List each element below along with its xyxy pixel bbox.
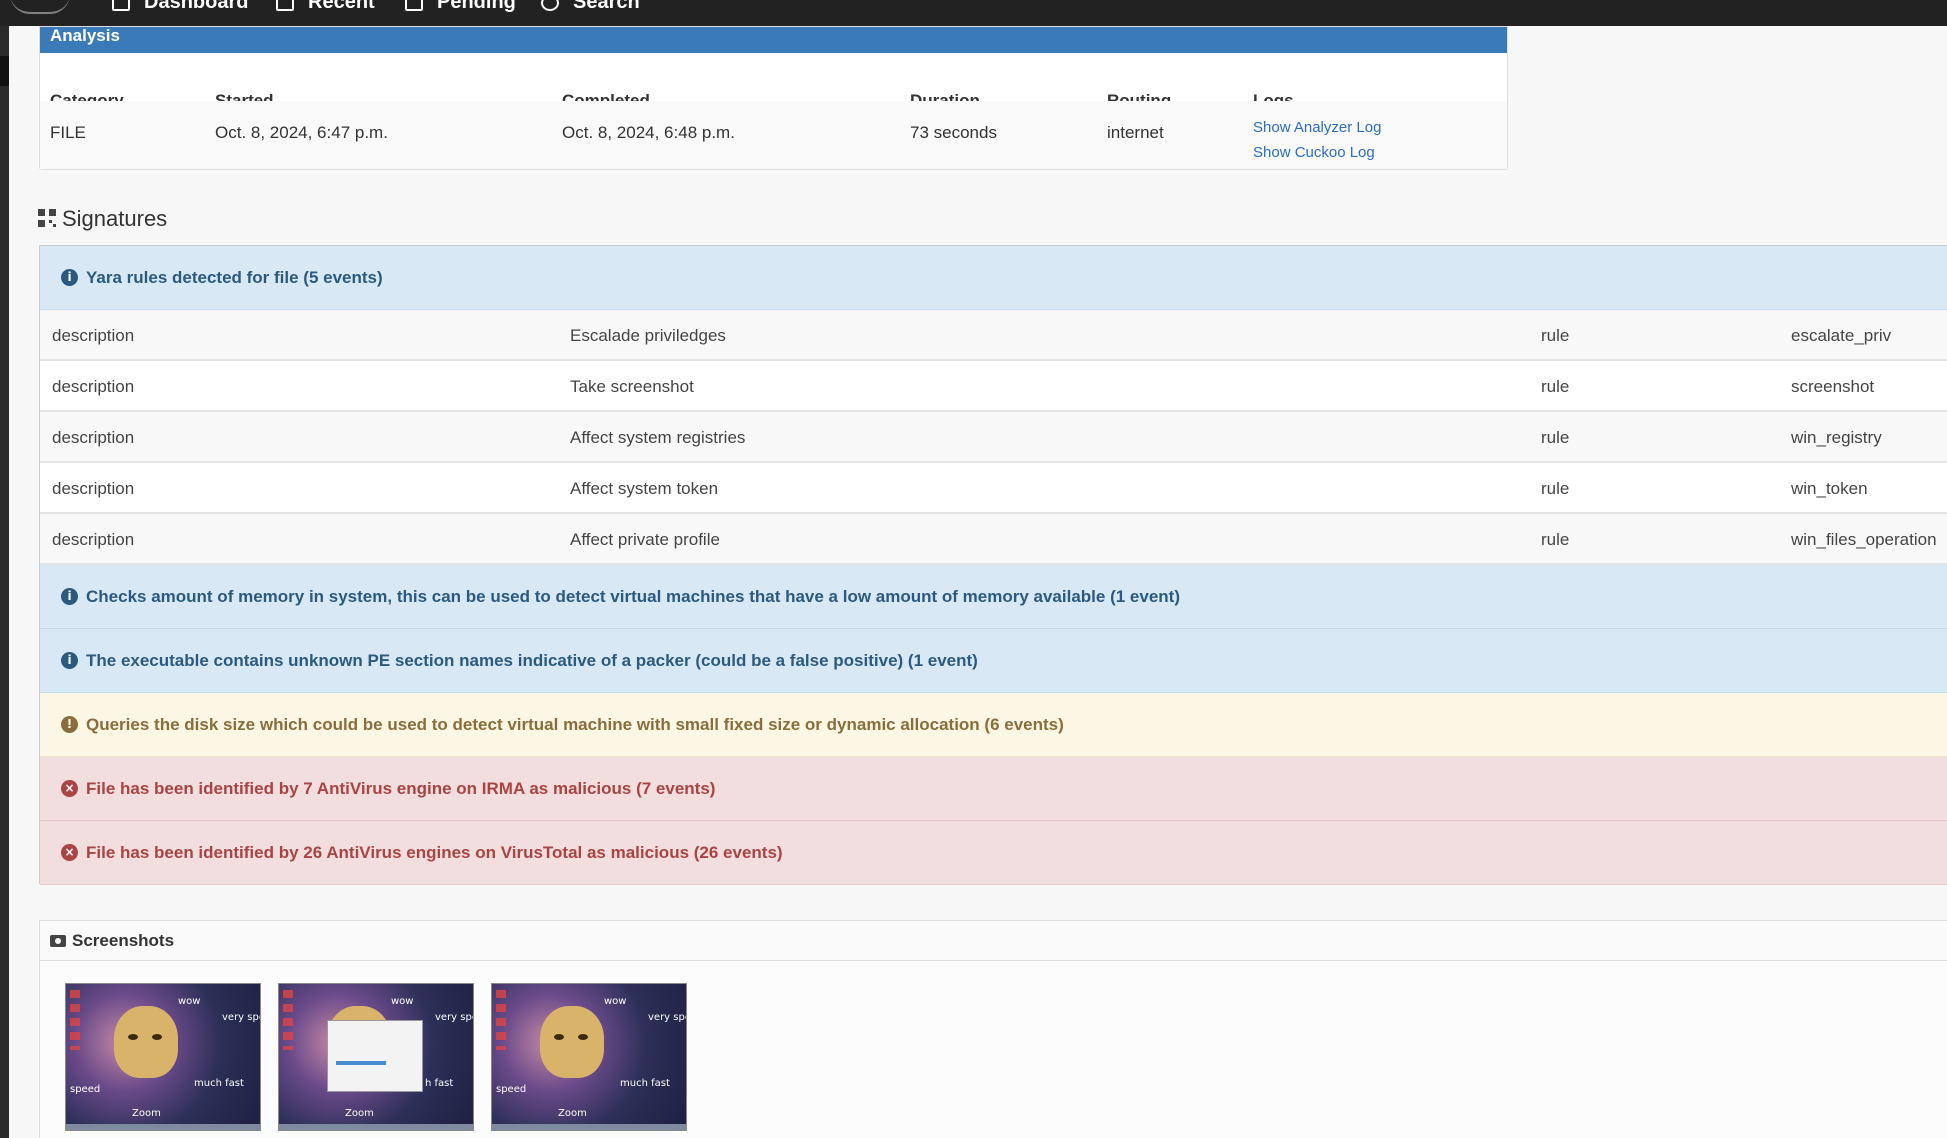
signatures-heading: Signatures	[38, 206, 167, 232]
error-icon: ×	[61, 844, 78, 861]
top-navbar: Dashboard Recent Pending Search	[0, 0, 1947, 26]
warning-icon: !	[61, 716, 78, 733]
left-sidebar-edge	[0, 26, 9, 1138]
nav-recent[interactable]: Recent	[276, 0, 375, 14]
search-icon	[541, 0, 559, 11]
cell-duration: 73 seconds	[910, 123, 997, 142]
signature-alert-irma[interactable]: × File has been identified by 7 AntiVirus…	[40, 757, 1947, 821]
analysis-table-row: FILE Oct. 8, 2024, 6:47 p.m. Oct. 8, 202…	[40, 101, 1507, 169]
screenshots-panel: Screenshots wow very spe much fast Zoom …	[39, 920, 1947, 1138]
cogs-icon	[405, 0, 423, 11]
info-icon: i	[61, 269, 78, 286]
yara-row: description Affect system token rule win…	[40, 463, 1947, 514]
info-icon: i	[61, 652, 78, 669]
signatures-panel: i Yara rules detected for file (5 events)…	[39, 245, 1947, 885]
screenshot-thumbnail[interactable]: wow very spe much fast Zoom speed	[491, 983, 687, 1131]
home-icon	[112, 0, 130, 11]
show-analyzer-log-link[interactable]: Show Analyzer Log	[1253, 115, 1381, 140]
screenshot-thumbnail[interactable]: wow very spe much fast Zoom speed	[65, 983, 261, 1131]
info-icon: i	[61, 588, 78, 605]
screenshots-heading: Screenshots	[40, 921, 1947, 961]
nav-search[interactable]: Search	[541, 0, 640, 14]
error-icon: ×	[61, 780, 78, 797]
qrcode-icon	[38, 209, 56, 227]
signature-alert-packer[interactable]: i The executable contains unknown PE sect…	[40, 629, 1947, 693]
yara-row: description Affect system registries rul…	[40, 412, 1947, 463]
cell-routing: internet	[1107, 123, 1164, 142]
yara-row: description Affect private profile rule …	[40, 514, 1947, 565]
signature-alert-yara[interactable]: i Yara rules detected for file (5 events)	[40, 246, 1947, 310]
nav-pending[interactable]: Pending	[405, 0, 516, 14]
camera-icon	[50, 935, 66, 947]
signature-alert-disk-size[interactable]: ! Queries the disk size which could be us…	[40, 693, 1947, 757]
yara-row: description Take screenshot rule screens…	[40, 361, 1947, 412]
cell-logs: Show Analyzer Log Show Cuckoo Log	[1253, 115, 1381, 165]
doge-image	[114, 1006, 178, 1078]
cell-started: Oct. 8, 2024, 6:47 p.m.	[215, 123, 388, 142]
nav-dashboard[interactable]: Dashboard	[112, 0, 248, 14]
list-icon	[276, 0, 294, 11]
show-cuckoo-log-link[interactable]: Show Cuckoo Log	[1253, 140, 1381, 165]
screenshot-thumbnail[interactable]: wow very spe h fast Zoom	[278, 983, 474, 1131]
analysis-panel-title: Analysis	[40, 27, 1507, 53]
cell-completed: Oct. 8, 2024, 6:48 p.m.	[562, 123, 735, 142]
signature-alert-virustotal[interactable]: × File has been identified by 26 AntiViru…	[40, 821, 1947, 885]
yara-row: description Escalade priviledges rule es…	[40, 310, 1947, 361]
dialog-window	[327, 1020, 423, 1092]
cell-category: FILE	[50, 123, 86, 142]
signature-alert-memory[interactable]: i Checks amount of memory in system, this…	[40, 565, 1947, 629]
analysis-panel: Analysis Category Started Completed Dura…	[39, 26, 1508, 170]
cuckoo-logo[interactable]	[10, 0, 70, 14]
doge-image	[540, 1006, 604, 1078]
